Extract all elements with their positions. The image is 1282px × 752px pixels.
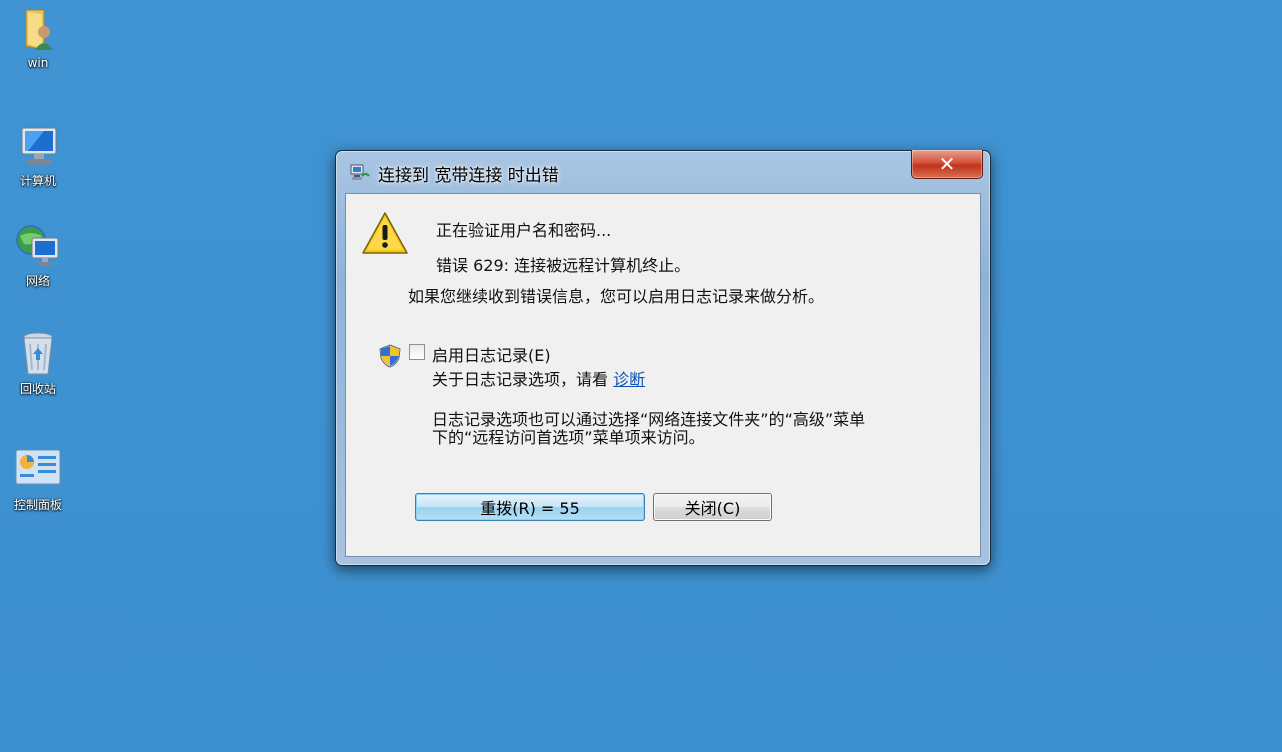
desktop-icon-win[interactable]: win xyxy=(3,6,73,70)
uac-shield-icon xyxy=(379,344,401,368)
close-icon: ✕ xyxy=(938,152,956,176)
connection-error-dialog: 连接到 宽带连接 时出错 ✕ 正在验证用户名和密码... 错误 629: 连接被… xyxy=(335,150,991,566)
dialog-client-area: 正在验证用户名和密码... 错误 629: 连接被远程计算机终止。 如果您继续收… xyxy=(345,193,981,557)
user-folder-icon xyxy=(14,6,62,54)
error-message: 错误 629: 连接被远程计算机终止。 xyxy=(436,256,691,275)
computer-icon xyxy=(14,122,62,170)
desktop-icon-label: 控制面板 xyxy=(13,498,62,512)
desktop-icon-network[interactable]: 网络 xyxy=(3,222,73,289)
desktop: win 计算机 网络 回收站 控制面板 连接到 宽带连接 时出错 ✕ 正在验证用… xyxy=(0,0,1282,752)
dialog-titlebar[interactable]: 连接到 宽带连接 时出错 ✕ xyxy=(336,150,990,191)
enable-logging-label[interactable]: 启用日志记录(E) xyxy=(432,342,551,366)
hint-message: 如果您继续收到错误信息，您可以启用日志记录来做分析。 xyxy=(408,287,825,306)
desktop-icon-computer[interactable]: 计算机 xyxy=(3,122,73,189)
enable-logging-checkbox[interactable] xyxy=(409,344,425,360)
desktop-icon-label: 网络 xyxy=(25,274,50,288)
about-logging-text: 关于日志记录选项，请看 诊断 xyxy=(432,366,645,390)
dialup-connection-icon xyxy=(350,164,370,182)
network-icon xyxy=(14,222,62,270)
redial-button[interactable]: 重拨(R) = 55 xyxy=(415,493,645,521)
recycle-bin-icon xyxy=(14,330,62,378)
diagnostics-link[interactable]: 诊断 xyxy=(613,370,645,389)
desktop-icon-label: 回收站 xyxy=(19,382,56,396)
close-window-button[interactable]: ✕ xyxy=(911,150,983,179)
dialog-title: 连接到 宽带连接 时出错 xyxy=(378,166,559,186)
warning-icon xyxy=(361,211,409,255)
logging-info-line-2: 下的“远程访问首选项”菜单项来访问。 xyxy=(432,428,705,447)
about-logging-prefix: 关于日志记录选项，请看 xyxy=(432,370,609,389)
desktop-icon-label: 计算机 xyxy=(19,174,56,188)
close-button[interactable]: 关闭(C) xyxy=(653,493,772,521)
desktop-icon-control-panel[interactable]: 控制面板 xyxy=(3,446,73,513)
desktop-icon-label: win xyxy=(27,56,49,70)
control-panel-icon xyxy=(14,446,62,494)
verify-message: 正在验证用户名和密码... xyxy=(436,221,612,240)
desktop-icon-recycle-bin[interactable]: 回收站 xyxy=(3,330,73,397)
